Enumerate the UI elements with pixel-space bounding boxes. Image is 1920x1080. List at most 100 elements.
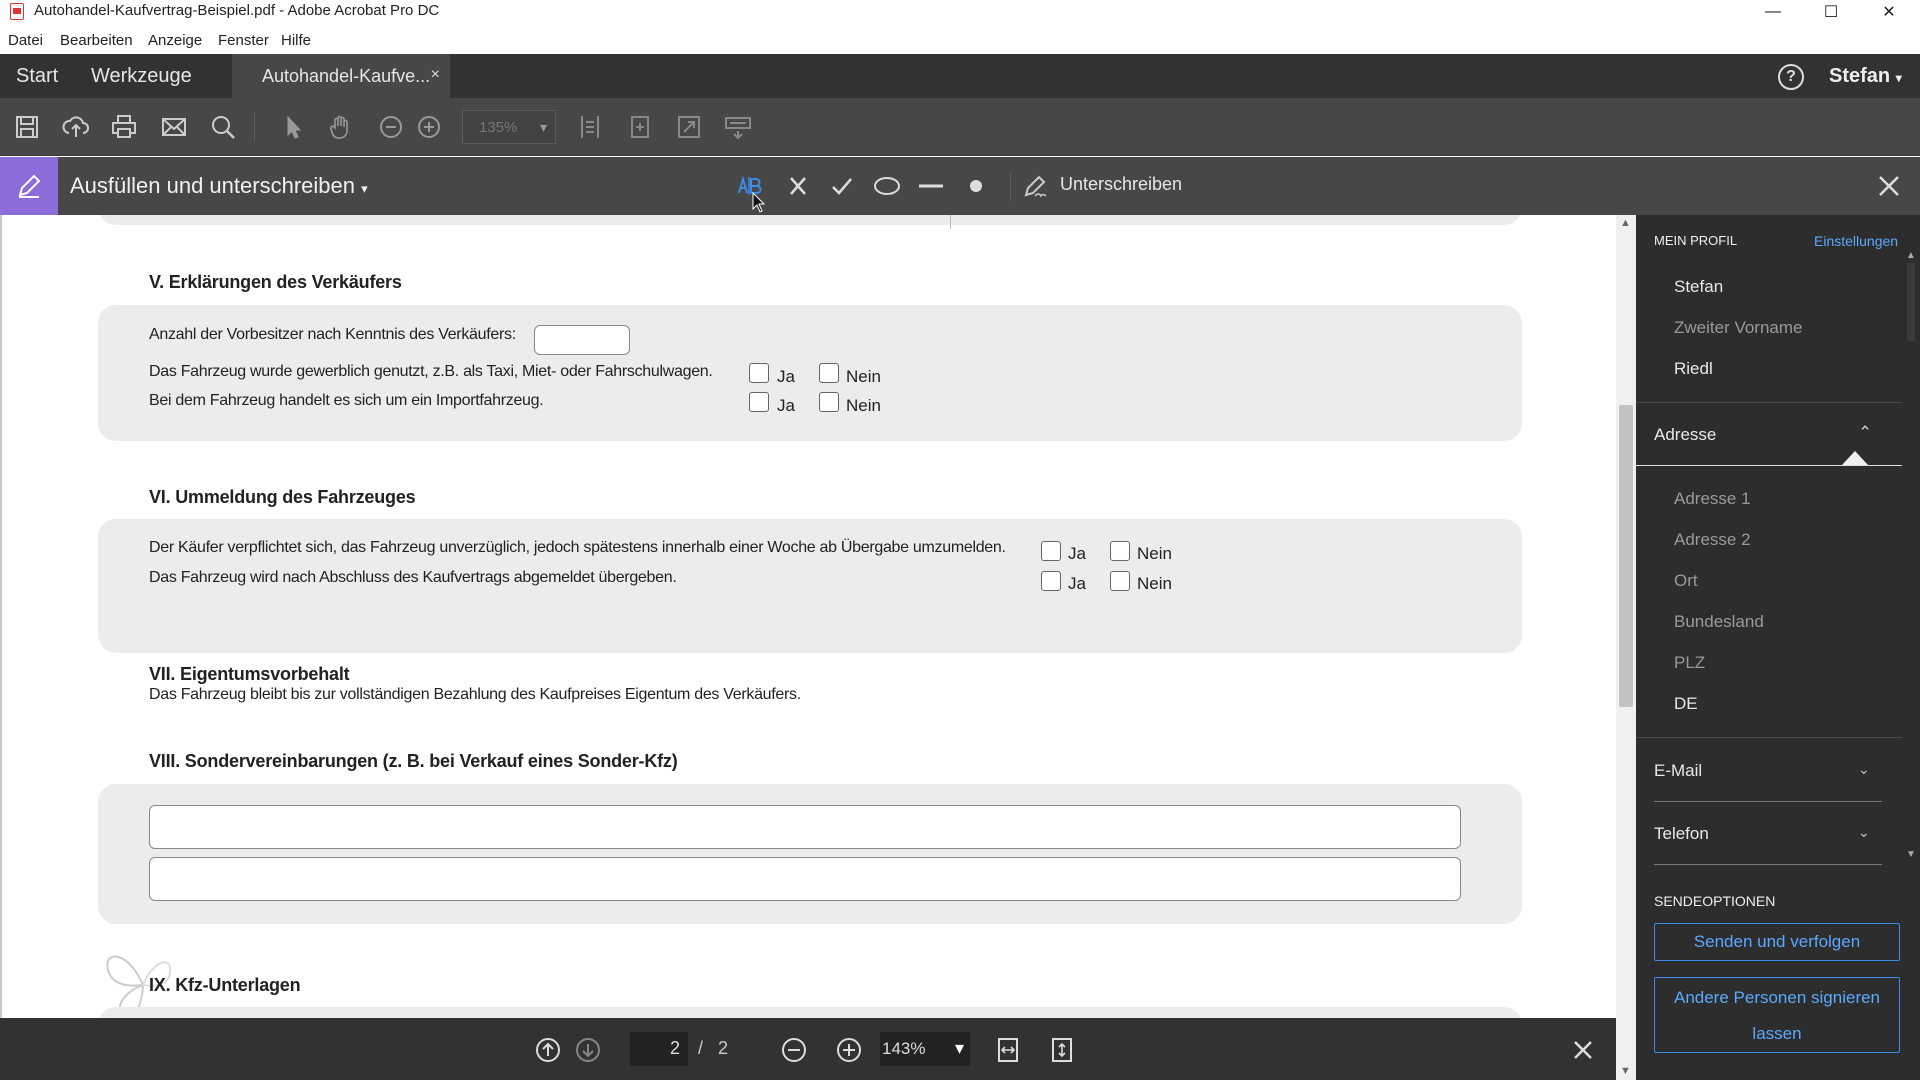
country-field[interactable]: DE [1674,694,1698,714]
address-section-toggle[interactable]: Adresse ⌃ [1654,423,1874,445]
menu-help[interactable]: Hilfe [281,32,311,49]
commercial-use-no-checkbox[interactable] [819,363,839,383]
document-scrollbar[interactable]: ▲ ▼ [1616,215,1636,1080]
close-fill-sign-icon[interactable] [1874,171,1904,201]
zoom-in-icon[interactable] [412,110,446,144]
email-section-toggle[interactable]: E-Mail ⌄ [1654,761,1874,781]
zoom-out-icon[interactable] [778,1034,810,1066]
menu-file[interactable]: Datei [8,32,43,49]
zip-field[interactable]: PLZ [1674,653,1705,673]
settings-link[interactable]: Einstellungen [1814,233,1898,249]
rotate-page-icon[interactable] [623,110,657,144]
help-icon[interactable]: ? [1778,64,1804,90]
commercial-use-label: Das Fahrzeug wurde gewerblich genutzt, z… [149,363,713,380]
scroll-down-icon[interactable]: ▼ [1620,1065,1631,1077]
special-agreements-field-2[interactable] [149,857,1461,901]
re-register-no-checkbox[interactable] [1110,541,1130,561]
address-header: Adresse [1654,425,1717,444]
next-page-icon[interactable] [572,1034,604,1066]
menu-view[interactable]: Anzeige [148,32,202,49]
fit-page-icon[interactable] [1046,1034,1078,1066]
side-scroll-down-icon[interactable]: ▼ [1906,849,1916,860]
save-icon[interactable] [10,110,44,144]
current-page-input[interactable]: 2 [630,1032,688,1066]
toolbar-divider [254,112,255,142]
sign-pen-icon[interactable] [1018,169,1054,203]
document-viewer[interactable]: V. Erklärungen des Verkäufers Anzahl der… [0,215,1616,1018]
circle-tool-icon[interactable] [869,169,905,203]
email-icon[interactable] [157,110,191,144]
document-scrollbar-thumb[interactable] [1619,405,1633,707]
side-scroll-up-icon[interactable]: ▲ [1906,250,1916,261]
minimize-button[interactable]: — [1744,0,1802,24]
deregistered-yes-checkbox[interactable] [1041,571,1061,591]
select-pointer-icon[interactable] [276,110,310,144]
side-panel-scrollbar[interactable]: ▲ ▼ [1902,215,1920,865]
triangle-pointer-icon [1842,451,1868,465]
menu-window[interactable]: Fenster [218,32,269,49]
cloud-upload-icon[interactable] [59,110,93,144]
address-1-field[interactable]: Adresse 1 [1674,489,1751,509]
address-end-separator [1636,737,1902,738]
tab-tools[interactable]: Werkzeuge [91,54,192,98]
request-signatures-line2: lassen [1752,1024,1802,1043]
check-mark-tool-icon[interactable] [824,169,860,203]
cross-mark-tool-icon[interactable] [780,169,816,203]
full-screen-icon[interactable] [672,110,706,144]
tab-start[interactable]: Start [16,54,58,98]
import-no-checkbox[interactable] [819,392,839,412]
deregistered-no-checkbox[interactable] [1110,571,1130,591]
fill-sign-title-label: Ausfüllen und unterschreiben [70,173,355,198]
sign-button[interactable]: Unterschreiben [1060,174,1182,195]
zoom-out-icon[interactable] [374,110,408,144]
close-tab-icon[interactable]: × [431,66,440,84]
tab-document-label: Autohandel-Kaufve... [262,65,431,86]
fit-page-icon[interactable] [573,110,607,144]
print-icon[interactable] [107,110,141,144]
import-yes-checkbox[interactable] [749,392,769,412]
close-navigation-icon[interactable] [1567,1034,1599,1066]
phone-separator [1654,864,1882,865]
profile-first-name[interactable]: Stefan [1674,277,1723,297]
re-register-yes-checkbox[interactable] [1041,541,1061,561]
close-window-button[interactable]: ✕ [1860,0,1918,24]
fill-sign-toolbar: Ausfüllen und unterschreiben ▾ Unterschr… [0,157,1920,215]
maximize-button[interactable]: ☐ [1802,0,1860,24]
panel-divider [950,215,951,229]
profile-middle-name[interactable]: Zweiter Vorname [1674,318,1803,338]
commercial-use-yes-checkbox[interactable] [749,363,769,383]
menu-edit[interactable]: Bearbeiten [60,32,133,49]
profile-header: MEIN PROFIL [1654,233,1738,248]
previous-page-icon[interactable] [532,1034,564,1066]
zoom-in-icon[interactable] [833,1034,865,1066]
hand-tool-icon[interactable] [324,110,358,144]
special-agreements-field-1[interactable] [149,805,1461,849]
phone-header: Telefon [1654,824,1709,843]
toolbar-zoom-select[interactable]: 135% [462,110,556,144]
side-scrollbar-thumb[interactable] [1907,263,1915,341]
keyboard-icon[interactable] [721,110,755,144]
window-title-bar: Autohandel-Kaufvertrag-Beispiel.pdf - Ad… [0,0,1920,24]
mouse-cursor-icon [752,191,768,214]
city-field[interactable]: Ort [1674,571,1698,591]
state-field[interactable]: Bundesland [1674,612,1764,632]
dot-tool-icon[interactable] [958,169,994,203]
send-and-track-button[interactable]: Senden und verfolgen [1654,923,1900,961]
phone-section-toggle[interactable]: Telefon ⌄ [1654,824,1874,844]
tab-document[interactable]: Autohandel-Kaufve... × [232,54,450,98]
scroll-up-icon[interactable]: ▲ [1620,217,1631,229]
search-icon[interactable] [206,110,240,144]
fit-width-icon[interactable] [992,1034,1024,1066]
user-menu[interactable]: Stefan ▾ [1829,65,1902,88]
fill-sign-title[interactable]: Ausfüllen und unterschreiben ▾ [70,173,368,199]
line-tool-icon[interactable] [913,169,949,203]
previous-owners-field[interactable] [534,325,630,355]
fill-sign-side-panel: MEIN PROFIL Einstellungen Stefan Zweiter… [1636,215,1920,1080]
address-2-field[interactable]: Adresse 2 [1674,530,1751,550]
zoom-level-select[interactable]: 143% [880,1032,970,1066]
request-signatures-button[interactable]: Andere Personen signieren lassen [1654,977,1900,1053]
request-signatures-line1: Andere Personen signieren [1673,988,1881,1007]
profile-last-name[interactable]: Riedl [1674,359,1713,379]
total-pages: 2 [718,1038,729,1058]
tab-bar: Start Werkzeuge Autohandel-Kaufve... × ?… [0,54,1920,98]
